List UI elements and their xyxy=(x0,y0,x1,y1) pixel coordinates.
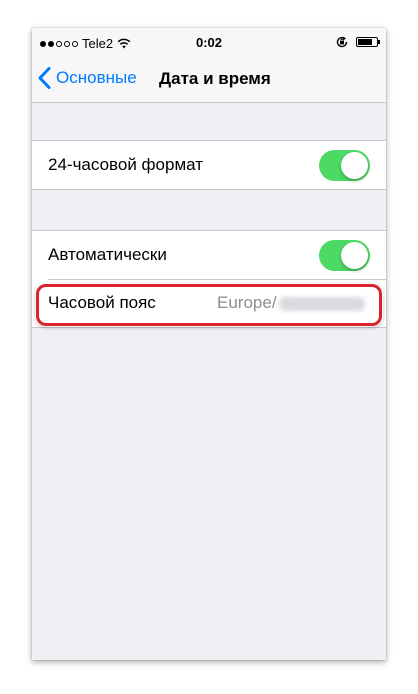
format-24h-toggle[interactable] xyxy=(319,150,370,181)
format-24h-label: 24-часовой формат xyxy=(48,155,203,174)
back-button-label: Основные xyxy=(56,68,137,87)
chevron-left-icon xyxy=(38,67,51,89)
automatic-label: Автоматически xyxy=(48,245,167,264)
automatic-row: Автоматически xyxy=(32,231,386,279)
format-group: 24-часовой формат xyxy=(32,140,386,190)
navigation-bar: Основные Дата и время xyxy=(32,58,386,103)
battery-icon xyxy=(356,37,380,47)
battery-level xyxy=(358,39,372,45)
rotation-lock-icon xyxy=(336,36,348,48)
status-time: 0:02 xyxy=(195,35,223,50)
toggle-knob xyxy=(341,242,368,269)
phone-screen: Tele2 0:02 Основные Дата и время 24-часо… xyxy=(32,28,386,660)
toggle-knob xyxy=(341,152,368,179)
automatic-toggle[interactable] xyxy=(319,240,370,271)
status-right xyxy=(336,36,380,48)
format-24h-row: 24-часовой формат xyxy=(32,141,386,189)
back-button[interactable]: Основные xyxy=(38,67,137,89)
status-bar: Tele2 0:02 xyxy=(32,28,386,58)
page-title: Дата и время xyxy=(159,69,271,88)
highlight-frame xyxy=(36,284,382,326)
